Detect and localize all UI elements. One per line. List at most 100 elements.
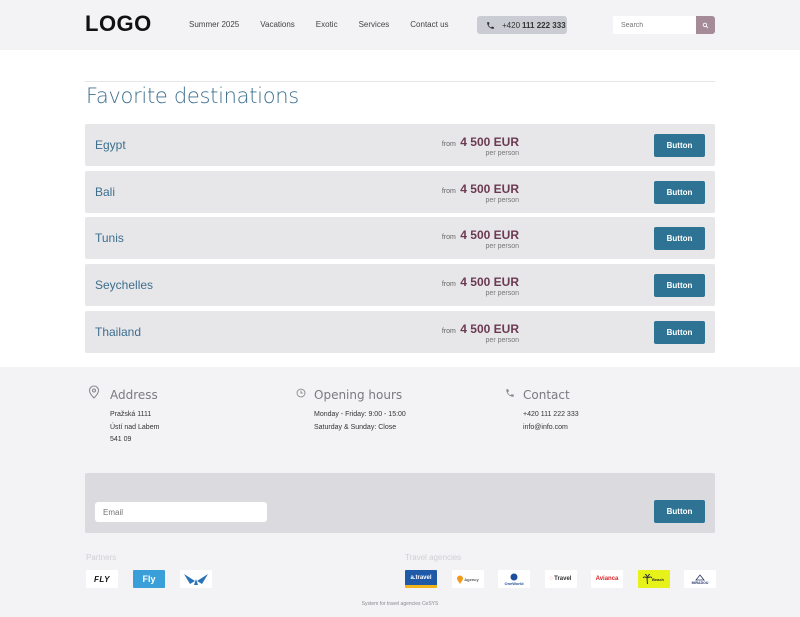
nav-contact-us[interactable]: Contact us bbox=[410, 20, 448, 29]
phone-number: 111 222 333 bbox=[522, 20, 566, 30]
agency-logo-pin[interactable]: Agency bbox=[451, 570, 484, 588]
nav-exotic[interactable]: Exotic bbox=[316, 20, 338, 29]
email-input[interactable] bbox=[95, 502, 267, 522]
price-per-label: per person bbox=[485, 290, 519, 298]
pin-icon bbox=[457, 575, 464, 584]
address-line: Ústí nad Labem bbox=[110, 423, 160, 431]
destination-name[interactable]: Bali bbox=[95, 185, 115, 199]
destination-row-bali: Bali from 4 500 EUR per person Button bbox=[85, 170, 715, 213]
agency-logo-oneworld-text: OneWorld bbox=[504, 580, 524, 586]
site-footer: Address Pražská 1111 Ústí nad Labem 541 … bbox=[0, 367, 800, 617]
globe-icon bbox=[510, 573, 518, 580]
address-title: Address bbox=[110, 388, 158, 402]
price-from-label: from bbox=[441, 281, 456, 289]
hours-line: Saturday & Sunday: Close bbox=[314, 423, 397, 431]
agency-logo-palm-text: Beach bbox=[651, 576, 664, 582]
price-amount: 4 500 EUR bbox=[460, 228, 519, 243]
price-per-label: per person bbox=[485, 336, 519, 344]
newsletter-submit-button[interactable]: Button bbox=[654, 500, 705, 523]
price-amount: 4 500 EUR bbox=[460, 275, 519, 290]
opening-hours-title: Opening hours bbox=[314, 388, 403, 402]
destination-name[interactable]: Tunis bbox=[95, 231, 124, 245]
nav-vacations[interactable]: Vacations bbox=[260, 20, 295, 29]
site-logo[interactable]: LOGO bbox=[85, 11, 152, 37]
destination-button[interactable]: Button bbox=[654, 134, 705, 157]
price-from-label: from bbox=[441, 234, 456, 242]
destination-name[interactable]: Seychelles bbox=[95, 278, 153, 292]
contact-email[interactable]: info@info.com bbox=[523, 422, 579, 435]
address-lines: Pražská 1111 Ústí nad Labem 541 09 bbox=[110, 409, 159, 447]
price-per-label: per person bbox=[485, 150, 519, 157]
destination-row-seychelles: Seychelles from 4 500 EUR per person But… bbox=[85, 264, 715, 307]
destination-button[interactable]: Button bbox=[654, 180, 705, 204]
phone-button[interactable]: +420 111 222 333 bbox=[477, 16, 567, 34]
partners-label: Partners bbox=[86, 553, 117, 562]
destination-price: from 4 500 EUR per person bbox=[442, 133, 519, 157]
wings-icon bbox=[184, 574, 208, 585]
partner-logo-wings[interactable] bbox=[180, 570, 212, 588]
contact-lines: +420 111 222 333 info@info.com bbox=[523, 409, 579, 434]
travel-agencies-label: Travel agencies bbox=[405, 553, 462, 562]
nav-summer-2025[interactable]: Summer 2025 bbox=[189, 20, 239, 29]
nav-services[interactable]: Services bbox=[359, 20, 390, 29]
price-amount: 4 500 EUR bbox=[460, 135, 519, 149]
site-header: LOGO Summer 2025 Vacations Exotic Servic… bbox=[0, 0, 800, 50]
contact-title: Contact bbox=[523, 388, 570, 402]
palm-tree-icon bbox=[642, 574, 652, 584]
destination-button[interactable]: Button bbox=[654, 274, 705, 298]
agency-logo-avianca[interactable]: Avianca bbox=[591, 570, 623, 588]
partner-logo-fly-black[interactable]: FLY bbox=[86, 570, 118, 588]
hours-line: Monday - Friday: 9:00 - 15:00 bbox=[314, 411, 406, 418]
price-amount: 4 500 EUR bbox=[460, 181, 519, 196]
agency-logo-palm[interactable]: Beach bbox=[637, 570, 670, 588]
agency-logos: a.travel Agency OneWorld ◌ Travel Avianca… bbox=[405, 570, 716, 588]
partner-logos: FLY Fly bbox=[86, 570, 212, 588]
destination-row-tunis: Tunis from 4 500 EUR per person Button bbox=[85, 217, 715, 260]
search-box bbox=[613, 16, 715, 34]
price-from-label: from bbox=[441, 187, 456, 195]
price-from-label: from bbox=[441, 327, 456, 335]
destination-price: from 4 500 EUR per person bbox=[442, 226, 519, 250]
phone-icon bbox=[505, 385, 515, 403]
destination-price: from 4 500 EUR per person bbox=[442, 180, 519, 204]
agency-logo-avianca-text: Avianca bbox=[595, 576, 619, 582]
price-amount: 4 500 EUR bbox=[460, 321, 519, 336]
clock-icon bbox=[296, 385, 306, 403]
main-nav: Summer 2025 Vacations Exotic Services Co… bbox=[189, 20, 470, 29]
contact-phone[interactable]: +420 111 222 333 bbox=[523, 409, 579, 422]
destination-button[interactable]: Button bbox=[654, 320, 705, 344]
price-from-label: from bbox=[441, 141, 456, 148]
page-title: Favorite destinations bbox=[86, 84, 299, 108]
destination-list: Egypt from 4 500 EUR per person Button B… bbox=[85, 124, 715, 357]
newsletter-box: Button bbox=[85, 473, 715, 533]
agency-logo-miradou[interactable]: MIRADOU bbox=[684, 570, 716, 588]
phone-icon bbox=[486, 21, 495, 30]
destination-row-thailand: Thailand from 4 500 EUR per person Butto… bbox=[85, 310, 715, 353]
destination-button[interactable]: Button bbox=[654, 227, 705, 251]
agency-logo-atravel[interactable]: a.travel bbox=[405, 570, 437, 588]
address-line: Pražská 1111 bbox=[110, 411, 152, 418]
price-per-label: per person bbox=[485, 196, 519, 204]
search-button[interactable] bbox=[696, 16, 715, 34]
destination-price: from 4 500 EUR per person bbox=[442, 273, 519, 297]
travel-logo-mark: ◌ bbox=[549, 576, 554, 582]
section-divider bbox=[85, 81, 715, 82]
price-per-label: per person bbox=[485, 243, 519, 251]
destination-price: from 4 500 EUR per person bbox=[442, 320, 519, 344]
agency-logo-miradou-text: MIRADOU bbox=[691, 580, 709, 585]
opening-hours-lines: Monday - Friday: 9:00 - 15:00 Saturday &… bbox=[314, 409, 406, 434]
destination-name[interactable]: Thailand bbox=[95, 325, 141, 339]
copyright-text: System for travel agencies CeSYS bbox=[361, 601, 439, 607]
address-line: 541 09 bbox=[110, 436, 132, 443]
agency-logo-oneworld[interactable]: OneWorld bbox=[498, 570, 530, 588]
destination-row-egypt: Egypt from 4 500 EUR per person Button bbox=[85, 124, 715, 166]
agency-logo-travel[interactable]: ◌ Travel bbox=[544, 570, 577, 588]
agency-logo-pin-text: Agency bbox=[464, 576, 479, 582]
agency-logo-travel-text: Travel bbox=[554, 576, 572, 582]
destination-name[interactable]: Egypt bbox=[95, 138, 126, 152]
phone-prefix: +420 bbox=[502, 20, 521, 30]
search-input[interactable] bbox=[613, 16, 697, 34]
emblem-icon bbox=[695, 573, 705, 580]
search-icon bbox=[702, 16, 709, 34]
partner-logo-fly-blue[interactable]: Fly bbox=[133, 570, 165, 588]
